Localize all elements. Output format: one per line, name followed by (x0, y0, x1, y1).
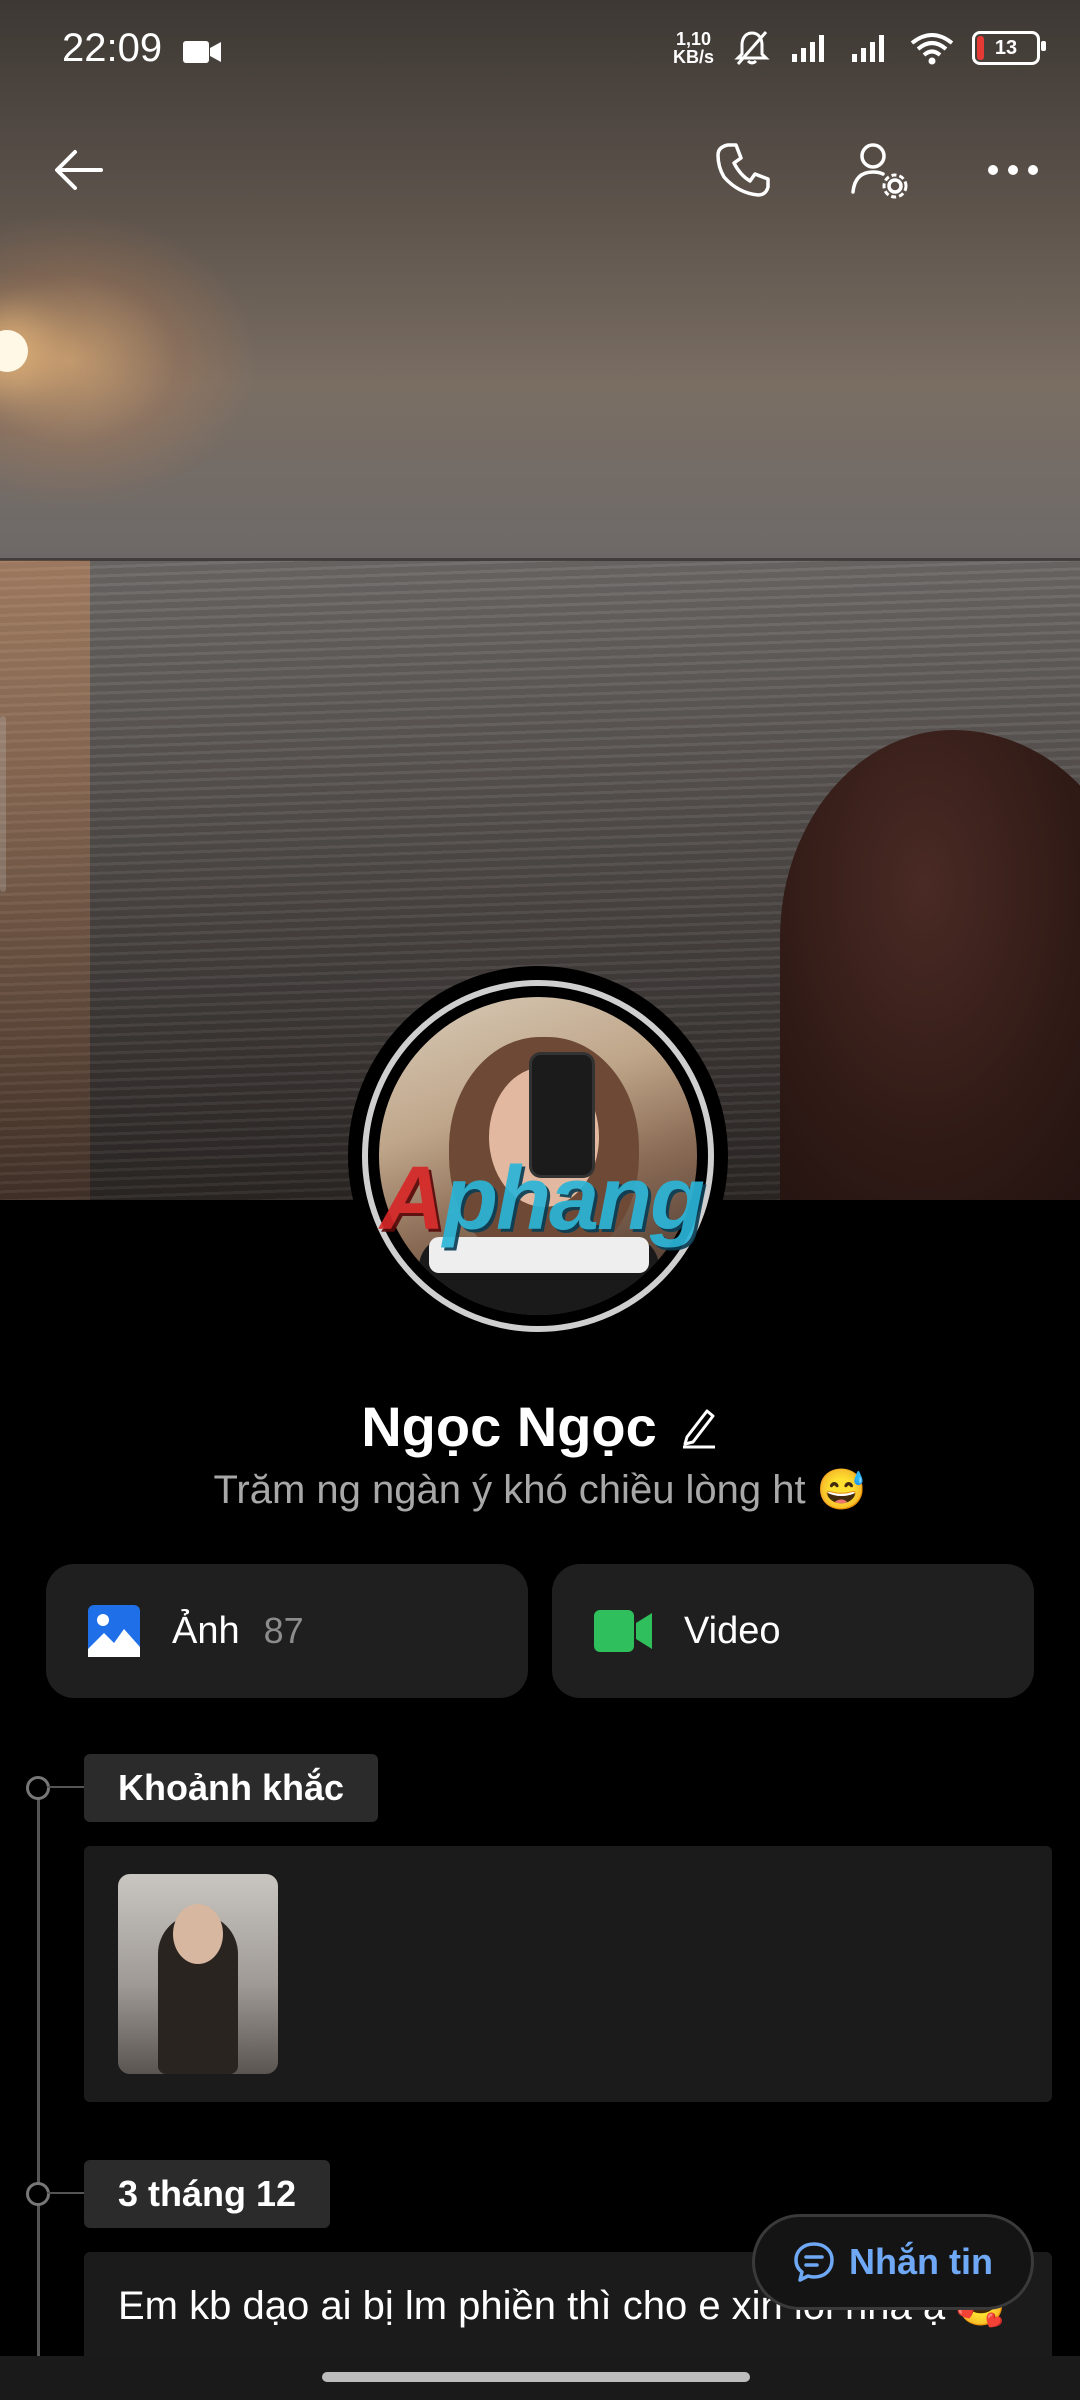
profile-name-row: Ngọc Ngọc (0, 1394, 1080, 1459)
status-time: 22:09 (62, 26, 163, 70)
back-arrow-icon (55, 150, 103, 190)
edit-pencil-icon[interactable] (679, 1405, 719, 1449)
home-indicator[interactable] (322, 2372, 750, 2382)
photos-count: 87 (263, 1610, 304, 1651)
battery-level (977, 36, 984, 60)
moments-tag: Khoảnh khắc (84, 1754, 379, 1822)
photos-button[interactable]: Ảnh 87 (46, 1564, 528, 1698)
sun-reflection (0, 560, 90, 1200)
battery-percent: 13 (994, 36, 1018, 59)
timeline-connector (47, 1786, 85, 1788)
signal-icon (792, 35, 824, 62)
videos-label: Video (684, 1609, 781, 1652)
phone-icon (716, 143, 770, 197)
network-speed-value: 1,10 (675, 29, 712, 49)
more-options-button[interactable] (978, 135, 1048, 205)
video-record-icon (183, 41, 221, 63)
network-speed: 1,10 KB/s (673, 30, 714, 66)
timeline-line (37, 1788, 40, 2400)
sky-glow (0, 210, 260, 510)
moment-thumbnail[interactable] (118, 1874, 278, 2074)
more-icon (988, 165, 1038, 175)
call-button[interactable] (708, 135, 778, 205)
watermark-logo: Aphang (380, 1149, 705, 1249)
profile-settings-button[interactable] (844, 135, 914, 205)
chat-bubble-icon (794, 2242, 834, 2282)
user-settings-icon (851, 143, 908, 199)
profile-bio: Trăm ng ngàn ý khó chiều lòng ht 😅 (213, 1468, 867, 1512)
network-speed-unit: KB/s (672, 47, 714, 67)
timeline-connector (47, 2192, 85, 2194)
wifi-icon (910, 33, 954, 65)
person-silhouette (780, 730, 1080, 1200)
status-icons: 1,10 KB/s 13 (673, 28, 1046, 68)
photos-label: Ảnh (172, 1609, 240, 1652)
image-icon (88, 1605, 140, 1657)
videos-button[interactable]: Video (552, 1564, 1034, 1698)
timeline-dot (26, 2182, 50, 2206)
message-button-label: Nhắn tin (849, 2241, 993, 2282)
status-bar: 22:09 1,10 KB/s 13 (0, 0, 1080, 100)
bell-muted-icon (734, 31, 770, 65)
battery-indicator: 13 (972, 31, 1046, 65)
edge-handle[interactable] (0, 716, 6, 892)
moment-face (173, 1904, 223, 1964)
video-camera-icon (594, 1610, 652, 1652)
timeline-dot (26, 1776, 50, 1800)
moments-card (84, 1846, 1052, 2102)
profile-name: Ngọc Ngọc (361, 1395, 657, 1458)
signal-icon-2 (852, 35, 884, 62)
back-button[interactable] (44, 135, 114, 205)
horizon (0, 558, 1080, 561)
message-button[interactable]: Nhắn tin (752, 2214, 1034, 2310)
date-tag: 3 tháng 12 (84, 2160, 331, 2228)
